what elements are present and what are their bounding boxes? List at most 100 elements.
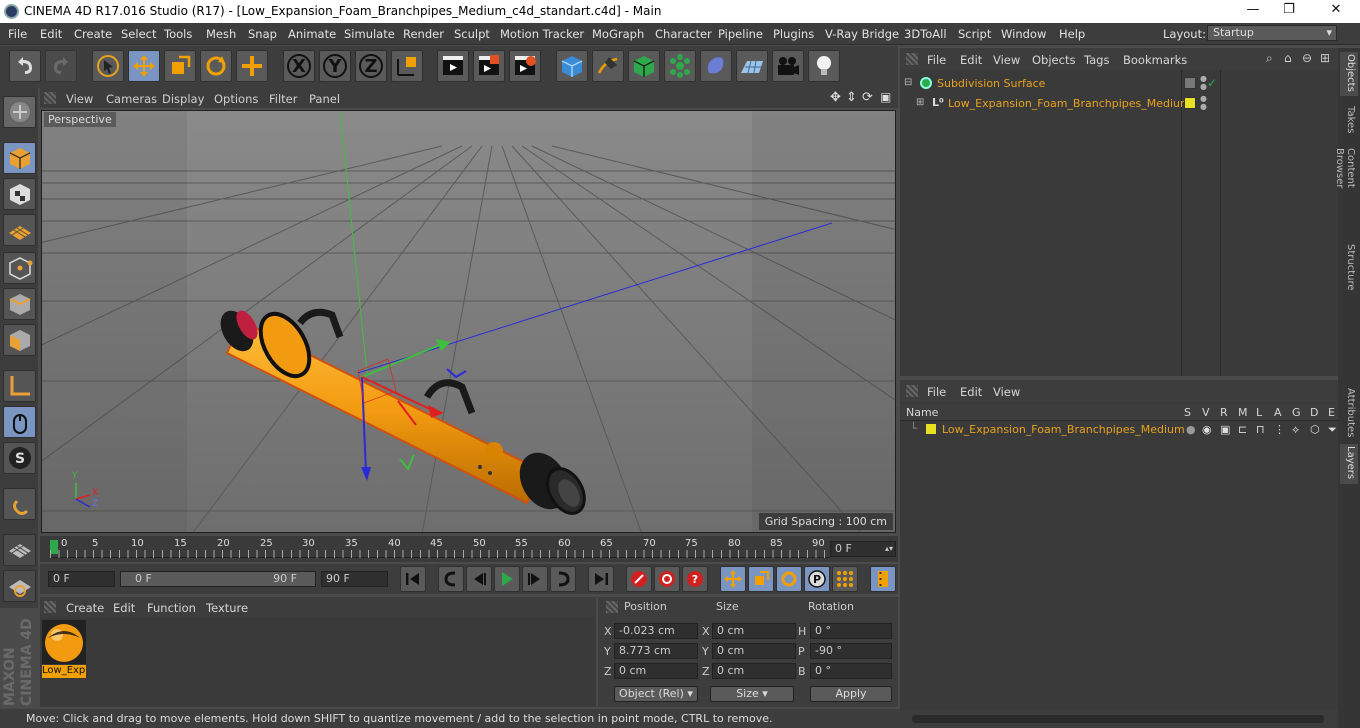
camera-object-button[interactable] [772,50,804,82]
end-frame-field[interactable]: 90 F [321,571,388,587]
collapse-icon[interactable]: ⊟ [904,77,912,88]
visibility-dots-icon[interactable]: ● ● [1200,95,1207,111]
deformer-icon[interactable]: ⬡ [1310,423,1320,436]
timeline-window-button[interactable] [870,566,896,592]
material-menu-create[interactable]: Create [66,601,104,615]
tab-attributes[interactable]: Attributes [1340,386,1358,438]
rotation-p-field[interactable]: -90 ° [810,643,892,659]
menu-edit[interactable]: Edit [40,27,62,41]
mograph-cloner-button[interactable] [664,50,696,82]
viewport-zoom-icon[interactable]: ⇕ [846,90,857,105]
rotate-tool-button[interactable] [200,50,232,82]
object-row-branchpipe[interactable]: ⊞ L⁰ Low_Expansion_Foam_Branchpipes_Medi… [900,94,1338,114]
perspective-viewport[interactable]: Y X Z Perspective Grid Spacing : 100 cm [41,110,896,533]
material-menu-edit[interactable]: Edit [113,601,135,615]
manager-icon[interactable]: ⊏ [1238,423,1247,436]
objects-menu-objects[interactable]: Objects [1032,53,1075,67]
menu-create[interactable]: Create [74,27,112,41]
menu-character[interactable]: Character [655,27,712,41]
viewport-menu-options[interactable]: Options [214,92,258,106]
coordinate-system-button[interactable] [391,50,423,82]
minimize-button[interactable]: — [1243,2,1263,20]
start-frame-field[interactable]: 0 F [48,571,115,587]
autokey-button[interactable] [654,566,680,592]
tab-objects[interactable]: Objects [1340,52,1358,96]
maximize-button[interactable]: ❐ [1279,2,1299,20]
objects-menu-file[interactable]: File [927,53,946,67]
viewport-move-icon[interactable]: ✥ [830,90,841,105]
menu-mograph[interactable]: MoGraph [592,27,644,41]
previous-key-button[interactable] [438,566,464,592]
rotation-h-field[interactable]: 0 ° [810,623,892,639]
menu-3dtoall[interactable]: 3DToAll [904,27,947,41]
recent-tool-button[interactable] [236,50,268,82]
undo-button[interactable] [9,50,41,82]
size-mode-dropdown[interactable]: Size ▾ [710,686,794,702]
go-to-end-button[interactable] [588,566,614,592]
size-y-field[interactable]: 0 cm [712,643,796,659]
z-axis-lock-button[interactable]: Z [355,50,387,82]
home-icon[interactable]: ⌂ [1284,51,1292,65]
position-y-field[interactable]: 8.773 cm [614,643,698,659]
menu-script[interactable]: Script [958,27,991,41]
layer-name[interactable]: Low_Expansion_Foam_Branchpipes_Medium [942,423,1185,436]
scrollbar-track[interactable] [912,715,1324,723]
viewport-toggle-icon[interactable]: ▣ [880,90,891,104]
spline-pen-button[interactable] [592,50,624,82]
menu-vray-bridge[interactable]: V-Ray Bridge [825,27,899,41]
y-axis-lock-button[interactable]: Y [319,50,351,82]
solo-mode-button[interactable]: S [3,442,36,474]
size-x-field[interactable]: 0 cm [712,623,796,639]
close-button[interactable]: ✕ [1326,2,1346,20]
menu-sculpt[interactable]: Sculpt [454,27,490,41]
material-menu-texture[interactable]: Texture [206,601,248,615]
model-mode-button[interactable] [3,142,36,174]
viewport-menu-filter[interactable]: Filter [269,92,297,106]
layer-color-icon[interactable] [1184,97,1196,109]
visibility-dots-icon[interactable]: ● ● [1200,75,1207,91]
texture-mode-button[interactable] [3,178,36,210]
material-swatch[interactable]: Low_Exp [42,620,86,678]
position-z-field[interactable]: 0 cm [614,663,698,679]
menu-help[interactable]: Help [1059,27,1085,41]
object-name[interactable]: Low_Expansion_Foam_Branchpipes_Medium [948,97,1191,110]
layer-color-icon[interactable] [926,424,936,434]
subdivision-surface-button[interactable] [628,50,660,82]
material-menu-function[interactable]: Function [147,601,196,615]
menu-file[interactable]: File [8,27,27,41]
viewport-menu-panel[interactable]: Panel [309,92,340,106]
link-icon[interactable]: ⊖ [1302,51,1312,65]
object-name[interactable]: Subdivision Surface [937,77,1045,90]
polygons-mode-button[interactable] [3,324,36,356]
scale-key-button[interactable] [748,566,774,592]
workplane-lock-button[interactable] [3,534,36,566]
previous-frame-button[interactable] [466,566,492,592]
generator-icon[interactable]: ⟡ [1292,423,1299,437]
viewport-menu-display[interactable]: Display [162,92,204,106]
layer-tag-icon[interactable] [1184,77,1196,89]
make-editable-button[interactable] [3,96,36,128]
go-to-start-button[interactable] [400,566,426,592]
rotation-key-button[interactable] [776,566,802,592]
workplane-grid-button[interactable] [3,570,36,602]
menu-window[interactable]: Window [1001,27,1046,41]
tab-takes[interactable]: Takes [1340,104,1358,140]
new-window-icon[interactable]: ⊞ [1320,51,1330,65]
live-selection-button[interactable] [92,50,124,82]
objects-menu-view[interactable]: View [993,53,1020,67]
tab-layers[interactable]: Layers [1340,444,1358,484]
objects-menu-edit[interactable]: Edit [960,53,982,67]
snap-button[interactable] [3,488,36,520]
x-axis-lock-button[interactable]: X [283,50,315,82]
expression-icon[interactable]: ⏷ [1328,423,1337,437]
workplane-mode-button[interactable] [3,214,36,246]
horizontal-scrollbar[interactable] [900,710,1338,728]
render-settings-button[interactable] [509,50,541,82]
coordinate-mode-dropdown[interactable]: Object (Rel) ▾ [614,686,698,702]
menu-motion-tracker[interactable]: Motion Tracker [500,27,584,41]
checkmark-icon[interactable]: ✓ [1207,76,1217,90]
frame-range-slider[interactable]: 0 F 90 F [120,571,316,587]
position-key-button[interactable] [720,566,746,592]
timeline-ruler[interactable]: 0 5 10 15 20 25 30 35 40 45 50 55 60 65 … [40,536,898,562]
position-x-field[interactable]: -0.023 cm [614,623,698,639]
